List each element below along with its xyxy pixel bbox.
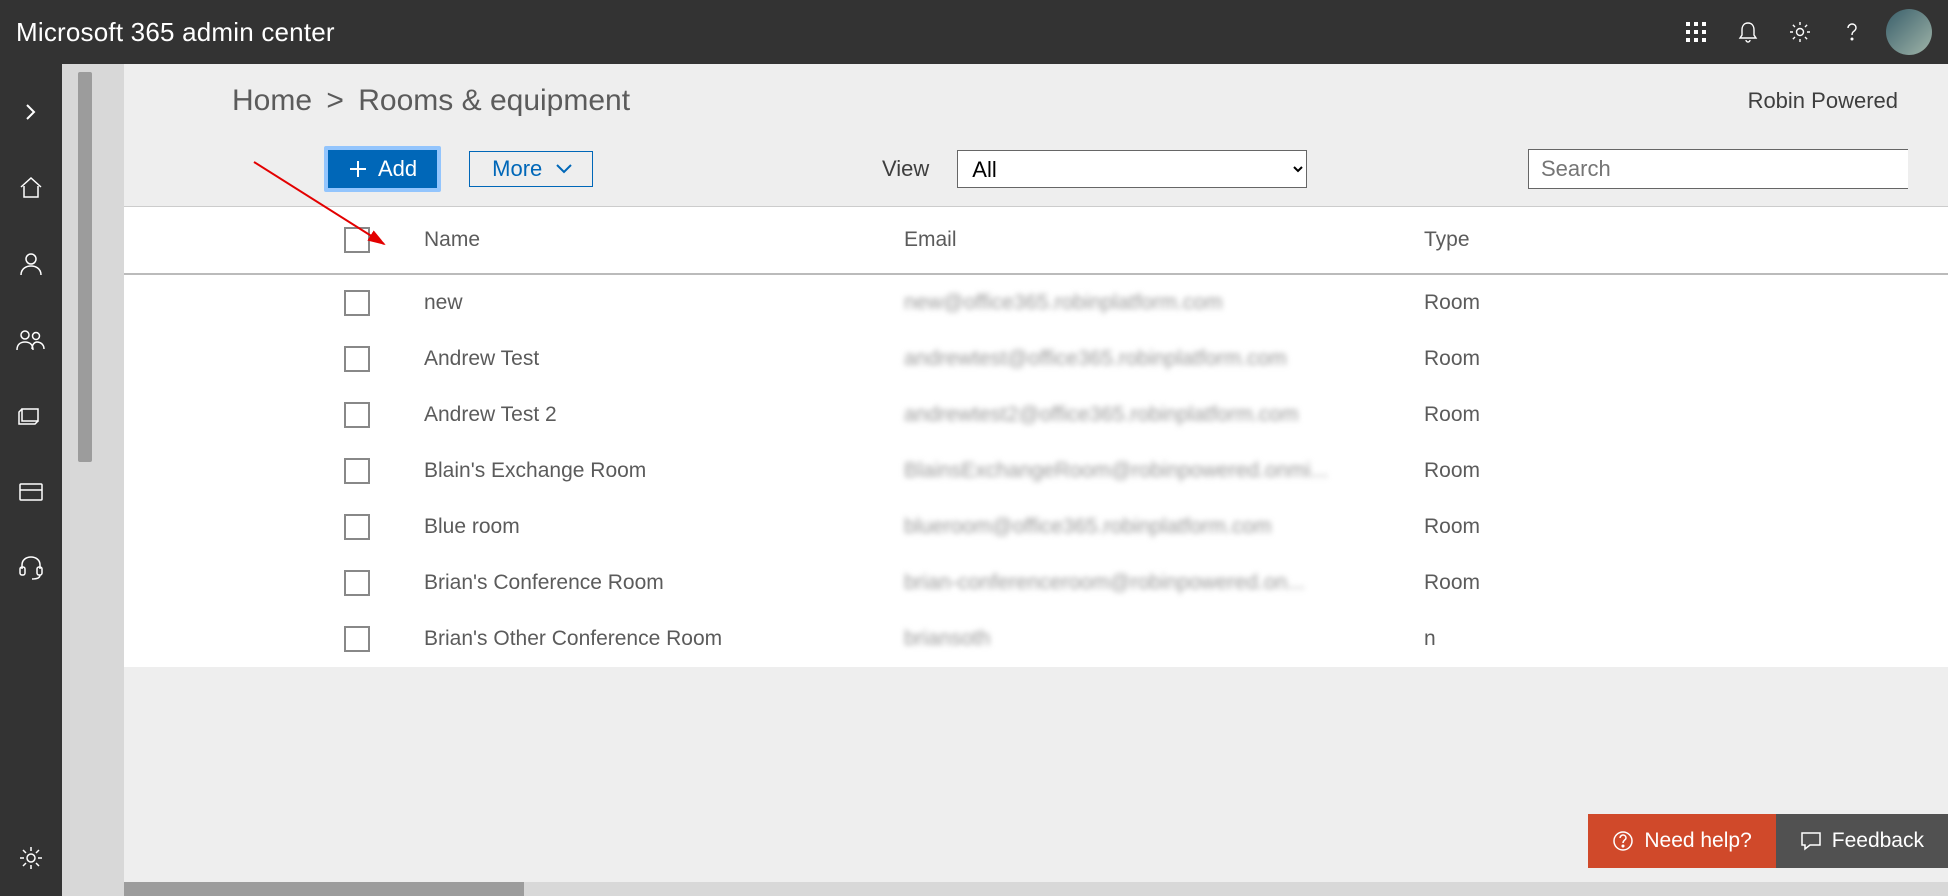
breadcrumb-current: Rooms & equipment <box>358 84 630 117</box>
breadcrumb-separator: > <box>326 84 344 117</box>
row-checkbox[interactable] <box>344 570 370 596</box>
avatar[interactable] <box>1886 9 1932 55</box>
main-content: Home > Rooms & equipment Robin Powered A… <box>124 64 1948 882</box>
cell-name: Andrew Test 2 <box>424 403 904 427</box>
view-select[interactable]: All <box>957 150 1307 188</box>
column-name[interactable]: Name <box>424 228 904 252</box>
more-button[interactable]: More <box>469 151 593 187</box>
view-label: View <box>882 156 929 182</box>
row-checkbox[interactable] <box>344 290 370 316</box>
cell-email: BlainsExchangeRoom@robinpowered.onmi... <box>904 459 1424 483</box>
table-row[interactable]: Blain's Exchange Room BlainsExchangeRoom… <box>124 443 1948 499</box>
resources-icon[interactable] <box>7 392 55 440</box>
plus-icon <box>348 159 368 179</box>
cell-name: Andrew Test <box>424 347 904 371</box>
select-all-checkbox[interactable] <box>344 227 370 253</box>
cell-type: Room <box>1424 347 1544 371</box>
gear-icon[interactable] <box>1774 6 1826 58</box>
notifications-icon[interactable] <box>1722 6 1774 58</box>
cell-email: blueroom@office365.robinplatform.com <box>904 515 1424 539</box>
vertical-scrollbar-thumb[interactable] <box>78 72 92 462</box>
breadcrumb-home[interactable]: Home <box>232 84 312 117</box>
feedback-button[interactable]: Feedback <box>1776 814 1948 868</box>
cell-type: n <box>1424 627 1544 651</box>
need-help-label: Need help? <box>1644 829 1751 853</box>
table-row[interactable]: new new@office365.robinplatform.com Room <box>124 275 1948 331</box>
billing-icon[interactable] <box>7 468 55 516</box>
table-header: Name Email Type <box>124 207 1948 275</box>
feedback-label: Feedback <box>1832 829 1924 853</box>
table-row[interactable]: Andrew Test 2 andrewtest2@office365.robi… <box>124 387 1948 443</box>
left-nav <box>0 64 62 896</box>
add-button[interactable]: Add <box>324 146 441 192</box>
row-checkbox[interactable] <box>344 626 370 652</box>
user-icon[interactable] <box>7 240 55 288</box>
cell-type: Room <box>1424 515 1544 539</box>
cell-type: Room <box>1424 571 1544 595</box>
row-checkbox[interactable] <box>344 514 370 540</box>
add-button-label: Add <box>378 156 417 182</box>
need-help-button[interactable]: Need help? <box>1588 814 1775 868</box>
cell-name: Brian's Other Conference Room <box>424 627 904 651</box>
cell-email: andrewtest@office365.robinplatform.com <box>904 347 1424 371</box>
cell-email: new@office365.robinplatform.com <box>904 291 1424 315</box>
cell-type: Room <box>1424 459 1544 483</box>
search-input[interactable] <box>1528 149 1908 189</box>
row-checkbox[interactable] <box>344 402 370 428</box>
org-name: Robin Powered <box>1748 88 1908 114</box>
cell-name: Brian's Conference Room <box>424 571 904 595</box>
app-title: Microsoft 365 admin center <box>16 17 335 48</box>
cell-email: briansoth <box>904 627 1424 651</box>
groups-icon[interactable] <box>7 316 55 364</box>
row-checkbox[interactable] <box>344 458 370 484</box>
rooms-table: Name Email Type new new@office365.robinp… <box>124 206 1948 667</box>
cell-name: new <box>424 291 904 315</box>
cell-name: Blain's Exchange Room <box>424 459 904 483</box>
column-type[interactable]: Type <box>1424 228 1544 252</box>
cell-type: Room <box>1424 291 1544 315</box>
cell-email: brian-conferenceroom@robinpowered.on... <box>904 571 1424 595</box>
expand-nav-icon[interactable] <box>7 88 55 136</box>
question-circle-icon <box>1612 830 1634 852</box>
settings-icon[interactable] <box>7 834 55 882</box>
table-row[interactable]: Brian's Other Conference Room briansoth … <box>124 611 1948 667</box>
cell-email: andrewtest2@office365.robinplatform.com <box>904 403 1424 427</box>
support-icon[interactable] <box>7 544 55 592</box>
chevron-down-icon <box>554 162 574 176</box>
cell-name: Blue room <box>424 515 904 539</box>
table-row[interactable]: Andrew Test andrewtest@office365.robinpl… <box>124 331 1948 387</box>
help-icon[interactable] <box>1826 6 1878 58</box>
table-row[interactable]: Brian's Conference Room brian-conference… <box>124 555 1948 611</box>
app-launcher-icon[interactable] <box>1670 6 1722 58</box>
chat-icon <box>1800 831 1822 851</box>
home-icon[interactable] <box>7 164 55 212</box>
table-row[interactable]: Blue room blueroom@office365.robinplatfo… <box>124 499 1948 555</box>
horizontal-scrollbar-thumb[interactable] <box>124 882 524 896</box>
column-email[interactable]: Email <box>904 228 1424 252</box>
row-checkbox[interactable] <box>344 346 370 372</box>
topbar: Microsoft 365 admin center <box>0 0 1948 64</box>
cell-type: Room <box>1424 403 1544 427</box>
more-button-label: More <box>492 156 542 182</box>
breadcrumb: Home > Rooms & equipment <box>232 84 630 118</box>
